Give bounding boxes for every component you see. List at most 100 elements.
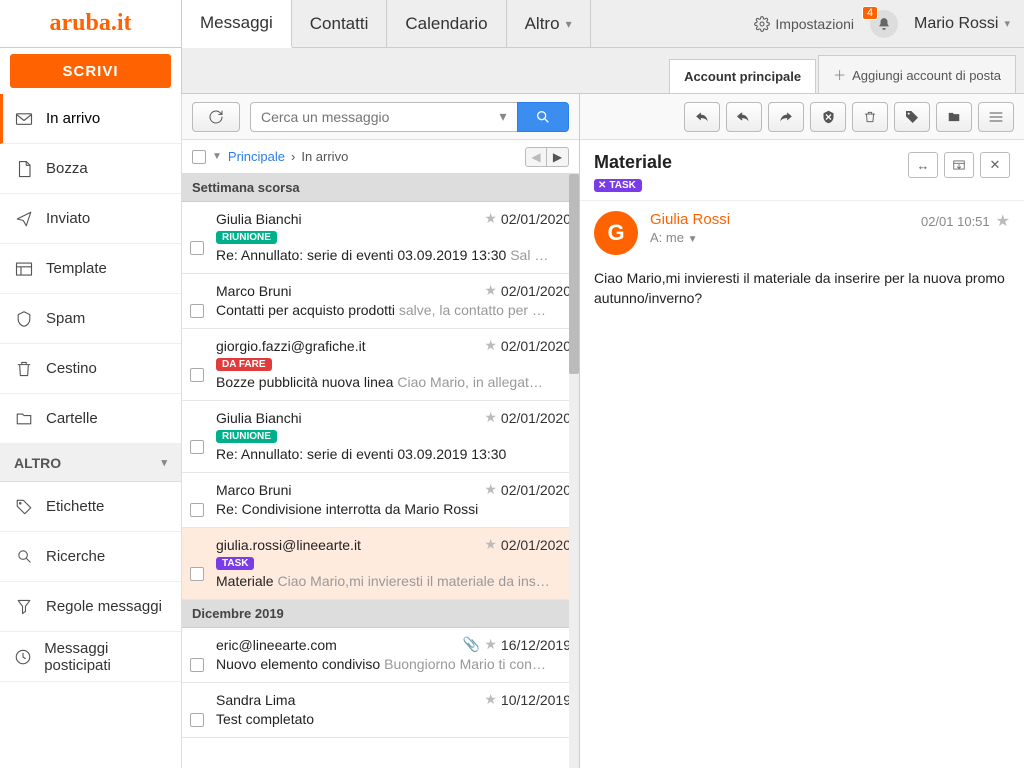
folder-trash[interactable]: Cestino [0,344,181,394]
scrollbar-thumb[interactable] [569,174,579,374]
reply-button[interactable] [684,102,720,132]
message-from: Marco Bruni [216,482,484,498]
add-account-button[interactable]: ＋Aggiungi account di posta [818,55,1016,93]
top-tab-messaggi[interactable]: Messaggi [182,0,292,48]
star-icon[interactable]: ★ [996,211,1010,231]
message-row[interactable]: Sandra Lima★10/12/2019Test completato [182,683,579,738]
folder-folders[interactable]: Cartelle [0,394,181,444]
other-snoozed[interactable]: Messaggi posticipati [0,632,181,682]
folder-draft[interactable]: Bozza [0,144,181,194]
reader-datetime: 02/01 10:51 ★ [921,211,1010,231]
more-button[interactable] [978,102,1014,132]
message-row[interactable]: Giulia Bianchi★02/01/2020RIUNIONERe: Ann… [182,401,579,473]
template-icon [14,261,34,277]
attachment-icon: 📎 [463,636,480,653]
message-checkbox[interactable] [190,567,204,581]
top-tab-calendario[interactable]: Calendario [387,0,506,47]
section-other[interactable]: ALTRO▾ [0,444,181,482]
message-subject: Contatti per acquisto prodotti [216,302,395,318]
sender-name[interactable]: Giulia Rossi [650,211,909,228]
star-icon[interactable]: ★ [484,210,497,227]
breadcrumb-root[interactable]: Principale [228,149,285,164]
message-row[interactable]: Marco Bruni★02/01/2020Re: Condivisione i… [182,473,579,528]
star-icon[interactable]: ★ [484,691,497,708]
tag-button[interactable] [894,102,930,132]
select-all-checkbox[interactable] [192,150,206,164]
message-tag: TASK [216,557,254,570]
folder-spam[interactable]: Spam [0,294,181,344]
settings-label: Impostazioni [775,16,854,32]
message-from: giulia.rossi@lineearte.it [216,537,484,553]
spam-button[interactable] [810,102,846,132]
search-input[interactable] [250,102,489,132]
message-tag: DA FARE [216,358,272,371]
user-menu[interactable]: Mario Rossi ▾ [914,15,1010,33]
next-page-button[interactable]: ▶ [547,147,569,167]
account-tab-main[interactable]: Account principale [669,59,816,93]
snoozed-icon [14,648,32,666]
top-tab-contatti[interactable]: Contatti [292,0,388,47]
other-labels[interactable]: Etichette [0,482,181,532]
star-icon[interactable]: ★ [484,337,497,354]
refresh-button[interactable] [192,102,240,132]
message-checkbox[interactable] [190,304,204,318]
message-row[interactable]: Marco Bruni★02/01/2020Contatti per acqui… [182,274,579,329]
message-from: Giulia Bianchi [216,211,484,227]
folder-template[interactable]: Template [0,244,181,294]
message-row[interactable]: giulia.rossi@lineearte.it★02/01/2020TASK… [182,528,579,600]
reader-subject: Materiale [594,152,900,173]
message-checkbox[interactable] [190,503,204,517]
other-rules[interactable]: Regole messaggi [0,582,181,632]
forward-button[interactable] [768,102,804,132]
chevron-down-icon: ▾ [566,17,572,31]
brand-logo[interactable]: aruba.it [0,0,182,47]
message-checkbox[interactable] [190,658,204,672]
reply-all-button[interactable] [726,102,762,132]
settings-link[interactable]: Impostazioni [754,16,854,32]
star-icon[interactable]: ★ [484,409,497,426]
chevron-down-icon: ▾ [161,456,167,469]
message-row[interactable]: Giulia Bianchi★02/01/2020RIUNIONERe: Ann… [182,202,579,274]
prev-page-button[interactable]: ◀ [525,147,547,167]
search-button[interactable] [517,102,569,132]
message-subject: Test completato [216,711,314,727]
other-label: Messaggi posticipati [44,640,167,674]
message-subject: Bozze pubblicità nuova linea [216,374,393,390]
message-date: 02/01/2020 [501,482,571,498]
popout-button[interactable] [944,152,974,178]
user-name: Mario Rossi [914,15,998,33]
message-row[interactable]: giorgio.fazzi@grafiche.it★02/01/2020DA F… [182,329,579,401]
notifications-button[interactable]: 4 [870,10,898,38]
star-icon[interactable]: ★ [484,481,497,498]
star-icon[interactable]: ★ [484,282,497,299]
other-searches[interactable]: Ricerche [0,532,181,582]
folder-sent[interactable]: Inviato [0,194,181,244]
message-checkbox[interactable] [190,368,204,382]
compose-button[interactable]: SCRIVI [10,54,171,88]
trash-icon [14,360,34,378]
folder-label: Inviato [46,210,90,227]
folder-inbox[interactable]: In arrivo [0,94,181,144]
message-date: 16/12/2019 [501,637,571,653]
folder-label: Template [46,260,107,277]
sender-avatar: G [594,211,638,255]
other-label: Ricerche [46,548,105,565]
star-icon[interactable]: ★ [484,636,497,653]
message-checkbox[interactable] [190,713,204,727]
top-tab-altro[interactable]: Altro▾ [507,0,591,47]
message-checkbox[interactable] [190,241,204,255]
plus-icon: ＋ [833,68,846,83]
message-row[interactable]: eric@lineearte.com📎★16/12/2019Nuovo elem… [182,628,579,683]
notification-badge: 4 [862,6,878,20]
delete-button[interactable] [852,102,888,132]
star-icon[interactable]: ★ [484,536,497,553]
move-button[interactable] [936,102,972,132]
other-label: Regole messaggi [46,598,162,615]
folder-label: Cestino [46,360,97,377]
search-dropdown[interactable]: ▾ [489,102,517,132]
recipient-line[interactable]: A: me ▼ [650,230,909,245]
select-menu[interactable]: ▼ [212,151,222,162]
close-reader-button[interactable]: ✕ [980,152,1010,178]
toggle-layout-button[interactable]: ↔ [908,152,938,178]
message-checkbox[interactable] [190,440,204,454]
